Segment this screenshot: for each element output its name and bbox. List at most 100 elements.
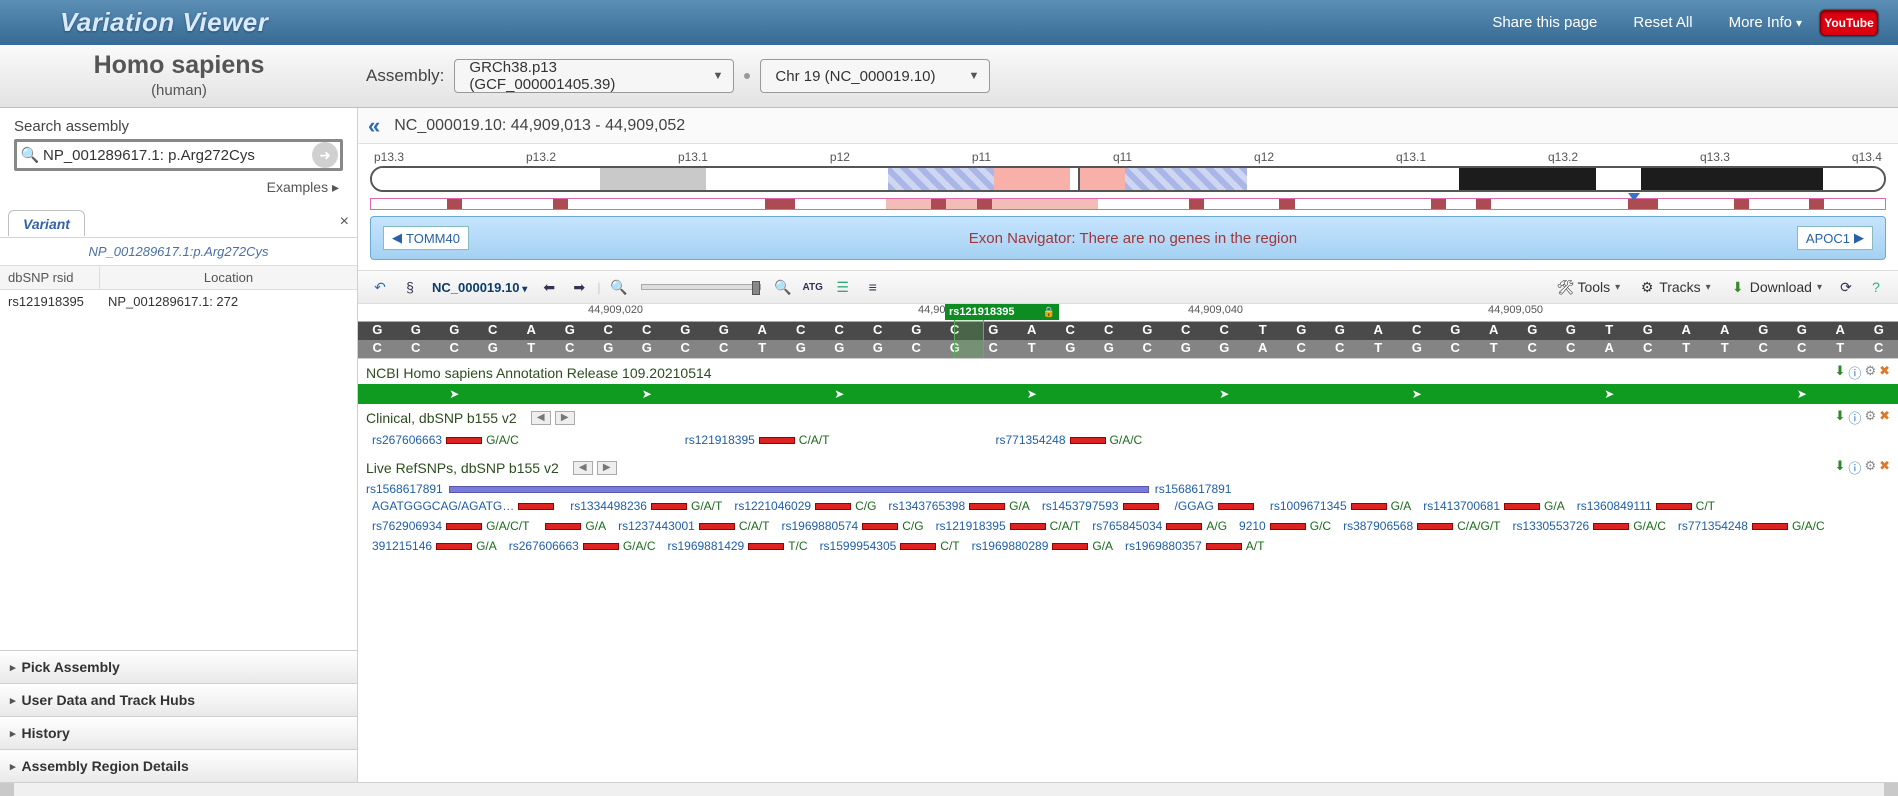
snp-rsid[interactable]: rs267606663	[509, 539, 579, 553]
snp-item[interactable]: rs1221046029C/G	[734, 499, 876, 513]
snp-item[interactable]: rs765845034A/G	[1092, 519, 1227, 533]
search-go-button[interactable]: ➜	[312, 142, 338, 168]
snp-item[interactable]: AGATGGGCAG/AGATG…	[372, 499, 558, 513]
chromosome-select[interactable]: Chr 19 (NC_000019.10)	[760, 59, 990, 93]
sequence-select[interactable]: NC_000019.10	[428, 280, 531, 295]
snp-rsid[interactable]: rs1969880289	[972, 539, 1049, 553]
examples-link[interactable]: Examples ▸	[0, 175, 357, 206]
tools-menu[interactable]: 🛠Tools	[1556, 278, 1620, 296]
snp-rsid[interactable]: rs1599954305	[820, 539, 897, 553]
snp-rsid[interactable]: rs1343765398	[888, 499, 965, 513]
snp-rsid[interactable]: rs762906934	[372, 519, 442, 533]
track-close-icon[interactable]: ✖	[1879, 408, 1890, 427]
snp-rsid[interactable]: rs121918395	[936, 519, 1006, 533]
refresh-icon[interactable]: ⟳	[1834, 276, 1858, 298]
track-settings-icon[interactable]: ⚙	[1864, 363, 1876, 382]
snp-item[interactable]: rs387906568C/A/G/T	[1343, 519, 1500, 533]
track-download-icon[interactable]: ⬇	[1835, 458, 1846, 477]
align-icon[interactable]: ≡	[861, 276, 885, 298]
snp-rsid[interactable]: rs1237443001	[618, 519, 695, 533]
search-field[interactable]: 🔍 ➜	[14, 139, 343, 171]
tracks-menu[interactable]: ⚙Tracks	[1638, 278, 1711, 296]
refsnp-track[interactable]: rs1568617891 rs1568617891 AGATGGGCAG/AGA…	[358, 479, 1898, 560]
snp-rsid[interactable]: rs1969880357	[1125, 539, 1202, 553]
more-info-menu[interactable]: More Info	[1729, 14, 1802, 31]
exon-prev-button[interactable]: ◀ TOMM40	[383, 226, 469, 250]
snp-rsid[interactable]: rs765845034	[1092, 519, 1162, 533]
snp-item[interactable]: rs121918395C/A/T	[936, 519, 1081, 533]
tab-close-button[interactable]: ×	[340, 213, 349, 231]
snp-item[interactable]: rs1413700681G/A	[1423, 499, 1564, 513]
track-nav[interactable]: ◀▶	[531, 411, 575, 425]
nav-right-icon[interactable]: ➡	[567, 276, 591, 298]
ideogram[interactable]: p13.3 p13.2 p13.1 p12 p11 q11 q12 q13.1 …	[358, 144, 1898, 210]
snp-item[interactable]: rs1237443001C/A/T	[618, 519, 769, 533]
atg-icon[interactable]: ATG	[801, 276, 825, 298]
snp-rsid[interactable]: rs1568617891	[1155, 482, 1232, 496]
link-icon[interactable]: §	[398, 276, 422, 298]
snp-item[interactable]: rs1969880357A/T	[1125, 539, 1264, 553]
track-info-icon[interactable]: ⓘ	[1848, 458, 1861, 477]
track-settings-icon[interactable]: ⚙	[1864, 458, 1876, 477]
track-info-icon[interactable]: ⓘ	[1848, 408, 1861, 427]
snp-item[interactable]: rs1330553726G/A/C	[1512, 519, 1665, 533]
accordion-pick-assembly[interactable]: Pick Assembly	[0, 650, 357, 683]
track-download-icon[interactable]: ⬇	[1835, 363, 1846, 382]
track-close-icon[interactable]: ✖	[1879, 458, 1890, 477]
snp-item[interactable]: rs1969880289G/A	[972, 539, 1113, 553]
grid-row[interactable]: rs121918395 NP_001289617.1: 272	[0, 290, 357, 313]
assembly-select[interactable]: GRCh38.p13 (GCF_000001405.39)	[454, 59, 734, 93]
snp-item[interactable]: rs762906934G/A/C/T	[372, 519, 529, 533]
track-download-icon[interactable]: ⬇	[1835, 408, 1846, 427]
zoom-slider[interactable]	[641, 284, 761, 290]
accordion-user-data[interactable]: User Data and Track Hubs	[0, 683, 357, 716]
share-page-link[interactable]: Share this page	[1492, 14, 1597, 31]
snp-item[interactable]: rs1360849111C/T	[1577, 499, 1715, 513]
snp-rsid[interactable]: rs387906568	[1343, 519, 1413, 533]
snp-item[interactable]: rs771354248G/A/C	[1678, 519, 1825, 533]
snp-rsid[interactable]: rs1009671345	[1270, 499, 1347, 513]
snp-rsid[interactable]: rs1453797593	[1042, 499, 1119, 513]
snp-item[interactable]: rs267606663G/A/C	[372, 433, 519, 447]
ruler[interactable]: 44,909,020 44,90 rs121918395 44,909,040 …	[358, 304, 1898, 322]
accordion-region-details[interactable]: Assembly Region Details	[0, 749, 357, 782]
snp-item[interactable]: rs771354248G/A/C	[995, 433, 1142, 447]
zoom-in-icon[interactable]: 🔍	[771, 276, 795, 298]
sequence-panel[interactable]: 44,909,020 44,90 rs121918395 44,909,040 …	[358, 304, 1898, 359]
snp-item[interactable]: rs1453797593	[1042, 499, 1163, 513]
zoom-out-icon[interactable]: 🔍	[607, 276, 631, 298]
snp-rsid[interactable]: rs1334498236	[570, 499, 647, 513]
undo-icon[interactable]: ↶	[368, 276, 392, 298]
collapse-sidebar-icon[interactable]: «	[368, 113, 380, 139]
download-menu[interactable]: ⬇Download	[1729, 278, 1822, 296]
snp-rsid[interactable]: rs1969880574	[781, 519, 858, 533]
snp-item[interactable]: 391215146G/A	[372, 539, 497, 553]
snp-item[interactable]: /GGAG	[1175, 499, 1258, 513]
horizontal-scrollbar[interactable]	[0, 782, 1898, 796]
snp-rsid[interactable]: rs1969881429	[667, 539, 744, 553]
density-bar[interactable]	[370, 198, 1886, 210]
clinical-track[interactable]: rs267606663G/A/Crs121918395C/A/Trs771354…	[358, 429, 1898, 454]
snp-item[interactable]: 9210G/C	[1239, 519, 1331, 533]
track-settings-icon[interactable]: ⚙	[1864, 408, 1876, 427]
snp-rsid[interactable]: rs1330553726	[1512, 519, 1589, 533]
snp-item[interactable]: rs267606663G/A/C	[509, 539, 656, 553]
ideogram-bar[interactable]	[370, 166, 1886, 192]
exon-next-button[interactable]: APOC1 ▶	[1797, 226, 1873, 250]
youtube-link[interactable]: YouTube	[1820, 10, 1878, 36]
snp-item[interactable]: rs1009671345G/A	[1270, 499, 1411, 513]
snp-rsid[interactable]: rs121918395	[685, 433, 755, 447]
tab-variant[interactable]: Variant	[8, 210, 85, 236]
snp-item[interactable]: G/A	[541, 519, 606, 533]
layers-icon[interactable]: ☰	[831, 276, 855, 298]
search-input[interactable]	[43, 147, 312, 164]
snp-rsid[interactable]: rs1221046029	[734, 499, 811, 513]
zoom-thumb[interactable]	[752, 281, 760, 295]
variant-highlight[interactable]: rs121918395	[945, 304, 1059, 320]
snp-item[interactable]: rs1969880574C/G	[781, 519, 923, 533]
snp-rsid[interactable]: rs267606663	[372, 433, 442, 447]
annotation-track[interactable]: ➤➤➤➤➤➤➤➤	[358, 384, 1898, 404]
snp-item[interactable]: rs1969881429T/C	[667, 539, 807, 553]
reset-all-link[interactable]: Reset All	[1633, 14, 1692, 31]
track-info-icon[interactable]: ⓘ	[1848, 363, 1861, 382]
